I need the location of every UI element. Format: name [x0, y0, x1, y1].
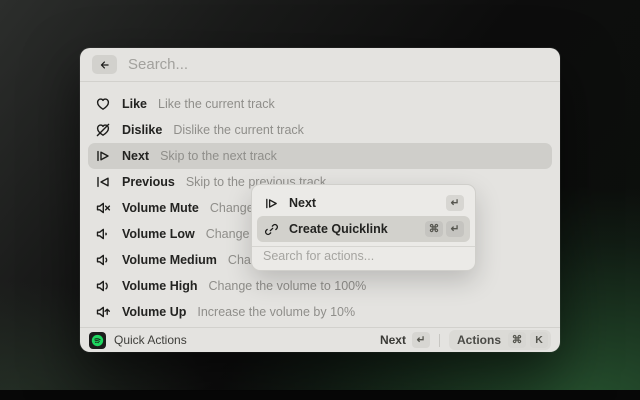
item-subtitle: Change the volume to 100% — [208, 279, 366, 293]
item-subtitle: Increase the volume by 10% — [197, 305, 355, 319]
item-subtitle: Like the current track — [158, 97, 275, 111]
item-subtitle: Dislike the current track — [173, 123, 304, 137]
command-key-badge: ⌘ — [508, 332, 526, 348]
actions-button-label: Actions — [457, 333, 501, 347]
list-item-like[interactable]: Like Like the current track — [88, 91, 552, 117]
primary-action-label: Next — [380, 333, 406, 347]
item-title: Volume High — [122, 279, 197, 293]
volume-up-icon — [95, 304, 111, 320]
footer-divider — [439, 334, 440, 347]
arrow-left-icon — [97, 57, 113, 73]
actions-panel: Next ↵ Create Quicklink ⌘ ↵ Search for a… — [251, 184, 476, 271]
item-title: Volume Mute — [122, 201, 199, 215]
wallpaper-floor — [0, 390, 640, 400]
item-subtitle: Skip to the next track — [160, 149, 277, 163]
skip-back-icon — [95, 174, 111, 190]
volume-high-icon — [95, 278, 111, 294]
actions-search-input[interactable]: Search for actions... — [263, 249, 374, 263]
k-key-badge: K — [530, 332, 548, 348]
list-item-volume-up[interactable]: Volume Up Increase the volume by 10% — [88, 299, 552, 325]
action-item-next[interactable]: Next ↵ — [257, 190, 470, 216]
actions-menu-button[interactable]: Actions ⌘ K — [449, 330, 551, 350]
volume-medium-icon — [95, 252, 111, 268]
item-title: Like — [122, 97, 147, 111]
heart-slash-icon — [95, 122, 111, 138]
volume-low-icon — [95, 226, 111, 242]
list-item-dislike[interactable]: Dislike Dislike the current track — [88, 117, 552, 143]
actions-search[interactable]: Search for actions... — [252, 246, 475, 265]
item-title: Dislike — [122, 123, 162, 137]
item-title: Next — [122, 149, 149, 163]
back-button[interactable] — [92, 55, 117, 74]
search-input[interactable]: Search... — [128, 56, 188, 73]
enter-key-badge: ↵ — [446, 195, 464, 211]
volume-mute-icon — [95, 200, 111, 216]
item-title: Volume Medium — [122, 253, 217, 267]
action-label: Create Quicklink — [289, 222, 415, 236]
spotify-icon — [89, 332, 106, 349]
item-title: Previous — [122, 175, 175, 189]
enter-key-badge: ↵ — [412, 332, 430, 348]
status-bar: Quick Actions Next ↵ Actions ⌘ K — [80, 327, 560, 352]
desktop-wallpaper: Search... Like Like the current track Di… — [0, 0, 640, 400]
command-key-badge: ⌘ — [425, 221, 443, 237]
action-label: Next — [289, 196, 436, 210]
primary-action-button[interactable]: Next ↵ — [380, 332, 430, 348]
list-item-next[interactable]: Next Skip to the next track — [88, 143, 552, 169]
link-icon — [263, 221, 279, 237]
skip-forward-icon — [263, 195, 279, 211]
item-title: Volume Low — [122, 227, 195, 241]
item-title: Volume Up — [122, 305, 186, 319]
action-item-create-quicklink[interactable]: Create Quicklink ⌘ ↵ — [257, 216, 470, 242]
enter-key-badge: ↵ — [446, 221, 464, 237]
command-name-label: Quick Actions — [114, 333, 187, 347]
search-header: Search... — [80, 48, 560, 81]
heart-icon — [95, 96, 111, 112]
skip-forward-icon — [95, 148, 111, 164]
list-item-volume-high[interactable]: Volume High Change the volume to 100% — [88, 273, 552, 299]
